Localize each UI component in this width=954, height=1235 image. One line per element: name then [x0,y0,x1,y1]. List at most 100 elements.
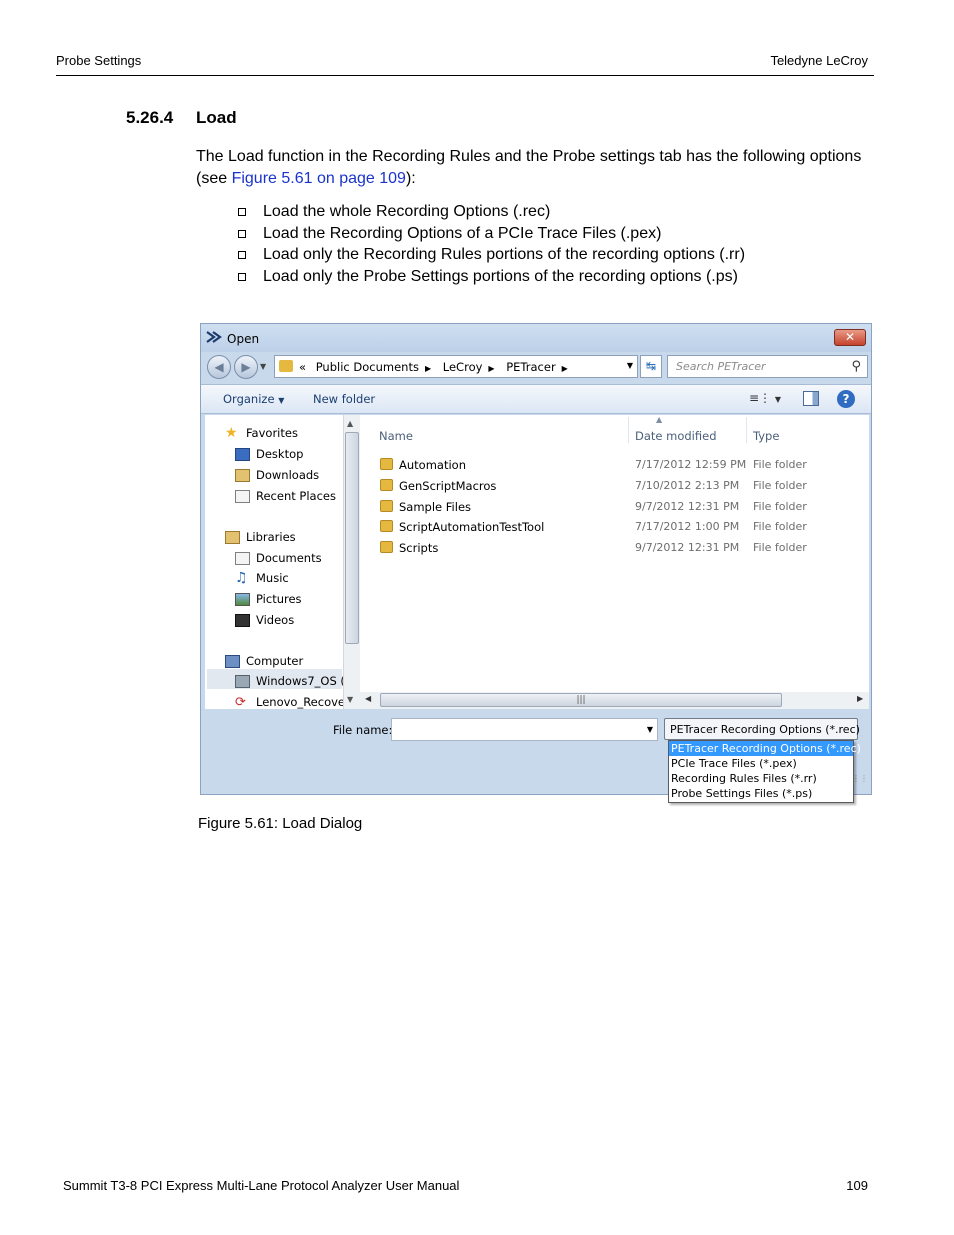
nav-label: Documents [256,551,322,565]
nav-label: Music [256,571,289,585]
scroll-up-icon[interactable]: ▲ [347,419,353,428]
breadcrumb: « Public Documents ▶ LeCroy ▶ PETracer ▶ [299,360,576,374]
list-item-text: Load the Recording Options of a PCIe Tra… [263,224,662,242]
navigation-bar: ◀ ▶ ▼ « Public Documents ▶ LeCroy ▶ PETrac… [201,354,871,380]
breadcrumb-lecroy[interactable]: LeCroy [443,360,483,374]
recovery-drive-icon: ⟳ [235,694,246,710]
breadcrumb-overflow[interactable]: « [299,360,306,374]
file-type-option[interactable]: PETracer Recording Options (*.rec) [669,741,861,756]
nav-music[interactable]: ♫ Music [235,569,289,586]
nav-favorites[interactable]: ★ Favorites [225,426,298,441]
address-bar[interactable]: « Public Documents ▶ LeCroy ▶ PETracer ▶ ▼ [274,355,638,378]
file-name-input[interactable]: ▼ [391,718,658,741]
drive-icon [235,674,250,688]
list-item: Load only the Probe Settings portions of… [236,266,745,288]
column-divider[interactable] [746,417,747,443]
refresh-button[interactable]: ↹ [640,355,662,378]
nav-label: Desktop [256,447,304,461]
chevron-down-icon[interactable]: ▼ [627,361,633,370]
breadcrumb-public-documents[interactable]: Public Documents [316,360,419,374]
nav-label: Computer [246,654,304,668]
organize-menu-button[interactable]: Organize ▼ [223,392,284,406]
file-name: Scripts [399,541,439,555]
command-toolbar: Organize ▼ New folder ≡⋮ ▼ ? [201,384,871,414]
file-date: 9/7/2012 12:31 PM [635,500,740,513]
help-icon[interactable]: ? [837,390,855,408]
chevron-down-icon[interactable]: ▼ [647,725,653,734]
scrollbar-thumb[interactable] [345,432,359,644]
file-type-option[interactable]: PCIe Trace Files (*.pex) [669,756,853,771]
videos-icon [235,613,250,627]
scroll-left-icon[interactable]: ◀ [365,694,371,703]
file-type: File folder [753,520,807,533]
new-folder-button[interactable]: New folder [313,392,375,406]
checkbox-bullet-icon [238,229,246,238]
dialog-title: Open [227,332,260,346]
open-dialog: Open ✕ ◀ ▶ ▼ « Public Documents ▶ LeCroy ▶… [200,323,872,803]
table-row[interactable]: Scripts 9/7/2012 12:31 PM File folder [360,538,869,558]
column-header-date[interactable]: Date modified [635,429,717,443]
chevron-right-icon[interactable]: ▶ [488,364,494,373]
header-rule [56,75,874,76]
dialog-titlebar[interactable]: Open ✕ [201,324,871,352]
nav-pictures[interactable]: Pictures [235,592,302,606]
libraries-icon [225,530,240,544]
preview-pane-icon[interactable] [803,391,819,406]
column-header-type[interactable]: Type [753,429,779,443]
nav-pane-scrollbar[interactable]: ▲ ▼ [343,415,360,709]
nav-recent-places[interactable]: Recent Places [235,489,336,503]
file-list-scrollbar[interactable]: ◀ ||| ▶ [360,692,869,709]
list-item: Load only the Recording Rules portions o… [236,244,745,266]
computer-icon [225,654,240,668]
chevron-down-icon: ▼ [278,396,285,405]
checkbox-bullet-icon [238,251,246,260]
scrollbar-thumb[interactable]: ||| [380,693,782,707]
table-row[interactable]: GenScriptMacros 7/10/2012 2:13 PM File fol… [360,476,869,496]
chevron-right-icon[interactable]: ▶ [562,364,568,373]
scroll-down-icon[interactable]: ▼ [347,695,353,704]
change-view-button[interactable]: ≡⋮ ▼ [749,391,781,405]
figure-link[interactable]: Figure 5.61 on page 109 [232,170,406,187]
table-row[interactable]: Sample Files 9/7/2012 12:31 PM File folder [360,497,869,517]
search-input[interactable]: Search PETracer ⚲ [667,355,868,378]
nav-libraries[interactable]: Libraries [225,530,296,544]
file-type: File folder [753,458,807,471]
file-name: Sample Files [399,500,472,514]
sort-ascending-icon: ▲ [656,415,663,424]
downloads-icon [235,468,250,482]
file-list: ▲ Name Date modified Type Automation 7/17… [360,415,869,695]
column-header-name[interactable]: Name [379,429,413,443]
nav-computer[interactable]: Computer [225,654,303,668]
folder-icon [380,479,393,491]
file-name: Automation [399,458,466,472]
organize-label: Organize [223,392,275,406]
nav-drive-c[interactable]: Windows7_OS (C [235,674,353,688]
column-divider[interactable] [628,417,629,443]
file-type-option[interactable]: Probe Settings Files (*.ps) [669,786,853,801]
search-placeholder: Search PETracer [676,360,766,373]
close-button[interactable]: ✕ [834,329,866,346]
recent-locations-dropdown[interactable]: ▼ [260,362,266,371]
running-header-right: Teledyne LeCroy [770,53,868,68]
page-number: 109 [846,1178,868,1193]
nav-desktop[interactable]: Desktop [235,447,303,461]
nav-label: Downloads [256,468,320,482]
breadcrumb-petracer[interactable]: PETracer [506,360,555,374]
scroll-right-icon[interactable]: ▶ [857,694,863,703]
back-button[interactable]: ◀ [207,355,231,379]
nav-downloads[interactable]: Downloads [235,468,319,482]
file-type-select[interactable]: PETracer Recording Options (*.rec) [664,718,860,740]
table-row[interactable]: ScriptAutomationTestTool 7/17/2012 1:00 P… [360,517,869,537]
nav-drive-recovery[interactable]: ⟳ Lenovo_Recovery [235,695,357,709]
section-number: 5.26.4 [126,108,174,127]
file-type: File folder [753,541,807,554]
table-row[interactable]: Automation 7/17/2012 12:59 PM File folder [360,455,869,475]
nav-documents[interactable]: Documents [235,551,322,565]
file-type-option[interactable]: Recording Rules Files (*.rr) [669,771,853,786]
music-icon: ♫ [235,569,248,586]
file-name-label: File name: [333,723,393,737]
forward-button[interactable]: ▶ [234,355,258,379]
resize-grip-icon[interactable]: ⋮⋮ [852,774,868,783]
chevron-right-icon[interactable]: ▶ [425,364,431,373]
nav-videos[interactable]: Videos [235,613,294,627]
